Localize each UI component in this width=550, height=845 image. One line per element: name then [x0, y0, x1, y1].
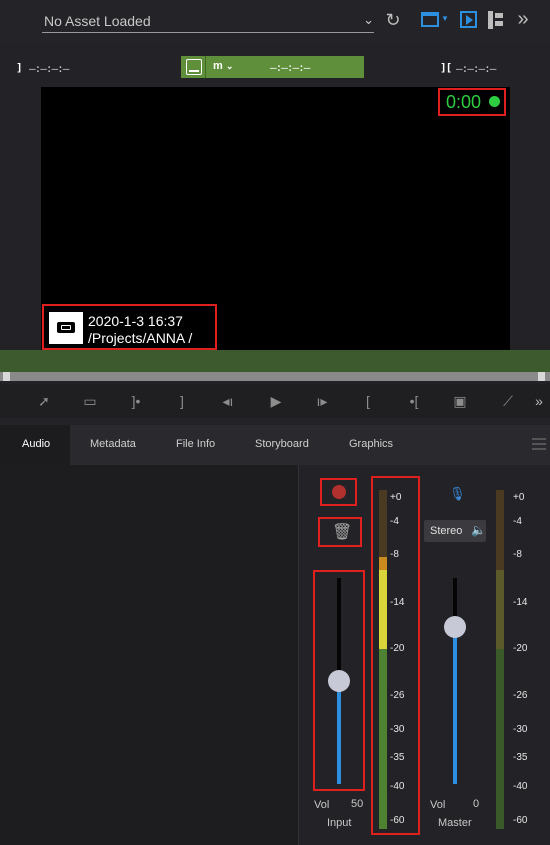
stereo-label: Stereo — [430, 525, 463, 537]
input-channel-name: Input — [327, 817, 352, 829]
speaker-icon[interactable]: 🔈 — [471, 523, 486, 537]
scale-tick: -26 — [390, 690, 405, 701]
tab-storyboard[interactable]: Storyboard — [255, 438, 309, 450]
master-volume-knob[interactable] — [444, 616, 466, 638]
master-volume-fill — [453, 627, 457, 784]
status-dot — [489, 96, 500, 107]
scale-tick: -8 — [513, 549, 522, 560]
wand-icon[interactable]: ⟋ — [496, 393, 520, 410]
tab-graphics[interactable]: Graphics — [349, 438, 393, 450]
master-channel-name: Master — [438, 817, 472, 829]
meter-peak-segment — [379, 490, 387, 557]
asset-path: /Projects/ANNA / — [88, 330, 193, 346]
master-meter-low — [496, 649, 504, 829]
master-meter-mid — [496, 570, 504, 649]
scrub-handle-left[interactable] — [3, 372, 10, 381]
step-forward-icon[interactable]: ı▸ — [310, 393, 334, 410]
scale-tick: -30 — [513, 724, 528, 735]
current-timecode: —:—:—:— — [270, 61, 310, 74]
tab-file-info[interactable]: File Info — [176, 438, 215, 450]
asset-date: 2020-1-3 16:37 — [88, 313, 183, 329]
asset-select[interactable]: No Asset Loaded ⌄ — [42, 10, 374, 33]
chevron-down-icon: ⌄ — [225, 61, 234, 71]
display-icon[interactable] — [186, 59, 202, 75]
meter-green-segment — [379, 649, 387, 829]
tape-icon — [49, 312, 83, 344]
in-point-timecode: —:—:—:— — [29, 62, 69, 75]
scale-tick: -4 — [390, 516, 399, 527]
record-button[interactable] — [332, 485, 346, 499]
scale-tick: -20 — [390, 643, 405, 654]
bracket-right-icon[interactable]: ] — [170, 393, 194, 409]
input-vol-value: 50 — [351, 798, 364, 810]
asset-select-label: No Asset Loaded — [44, 13, 151, 29]
input-volume-knob[interactable] — [328, 670, 350, 692]
scale-tick: +0 — [390, 492, 402, 503]
double-chevron-right-icon[interactable]: » — [512, 9, 534, 29]
input-volume-fill — [337, 681, 341, 784]
chevron-down-icon: ⌄ — [363, 12, 374, 27]
menu-icon[interactable] — [532, 438, 546, 450]
scale-tick: -40 — [513, 781, 528, 792]
step-back-icon[interactable]: ◂ı — [216, 393, 240, 410]
input-vol-label: Vol — [314, 799, 330, 811]
frame-icon[interactable]: ▣ — [448, 393, 472, 410]
divider — [205, 56, 206, 78]
scrub-bar[interactable] — [0, 372, 550, 381]
scale-tick: -35 — [390, 752, 405, 763]
player-icon[interactable] — [460, 11, 477, 28]
mode-select[interactable]: m ⌄ — [213, 60, 233, 72]
elapsed-time: 0:00 — [446, 92, 482, 112]
scale-tick: -20 — [513, 643, 528, 654]
play-icon[interactable]: ▶ — [264, 393, 288, 410]
master-vol-label: Vol — [430, 799, 446, 811]
send-icon[interactable]: ➚ — [32, 393, 56, 410]
scrub-handle-right[interactable] — [538, 372, 545, 381]
more-icon[interactable]: » — [530, 393, 548, 409]
scale-tick: -40 — [390, 781, 405, 792]
meter-orange-segment — [379, 557, 387, 570]
tree-icon[interactable] — [488, 11, 504, 29]
scale-tick: -60 — [390, 815, 405, 826]
master-vol-value: 0 — [473, 798, 480, 810]
mode-label: m — [213, 60, 223, 72]
layout-icon[interactable] — [421, 12, 439, 27]
bracket-left-icon[interactable]: [ — [356, 393, 380, 409]
layout-dropdown-icon[interactable]: ▼ — [441, 14, 449, 23]
refresh-icon[interactable]: ↻ — [382, 10, 404, 30]
scale-tick: -14 — [390, 597, 405, 608]
goto-in-icon[interactable]: •[ — [402, 393, 426, 409]
tab-audio-label[interactable]: Audio — [22, 438, 50, 450]
scale-tick: -4 — [513, 516, 522, 527]
master-meter-peak — [496, 490, 504, 570]
scale-tick: -30 — [390, 724, 405, 735]
mark-in-icon[interactable]: ]• — [124, 393, 148, 409]
timeline-strip[interactable] — [0, 350, 550, 372]
filmstrip-icon[interactable]: ▭ — [78, 393, 102, 410]
mark-in-bracket-icon[interactable]: ] — [16, 61, 23, 74]
scale-tick: +0 — [513, 492, 525, 503]
out-point-timecode: —:—:—:— — [456, 62, 496, 75]
tab-metadata[interactable]: Metadata — [90, 438, 136, 450]
scale-tick: -8 — [390, 549, 399, 560]
mark-out-bracket-icon[interactable]: ][ — [440, 61, 452, 74]
microphone-icon[interactable]: 🎙 — [449, 486, 466, 502]
scale-tick: -35 — [513, 752, 528, 763]
scale-tick: -26 — [513, 690, 528, 701]
scale-tick: -60 — [513, 815, 528, 826]
scale-tick: -14 — [513, 597, 528, 608]
trash-icon[interactable]: 🗑 — [332, 522, 352, 542]
meter-yellow-segment — [379, 570, 387, 649]
